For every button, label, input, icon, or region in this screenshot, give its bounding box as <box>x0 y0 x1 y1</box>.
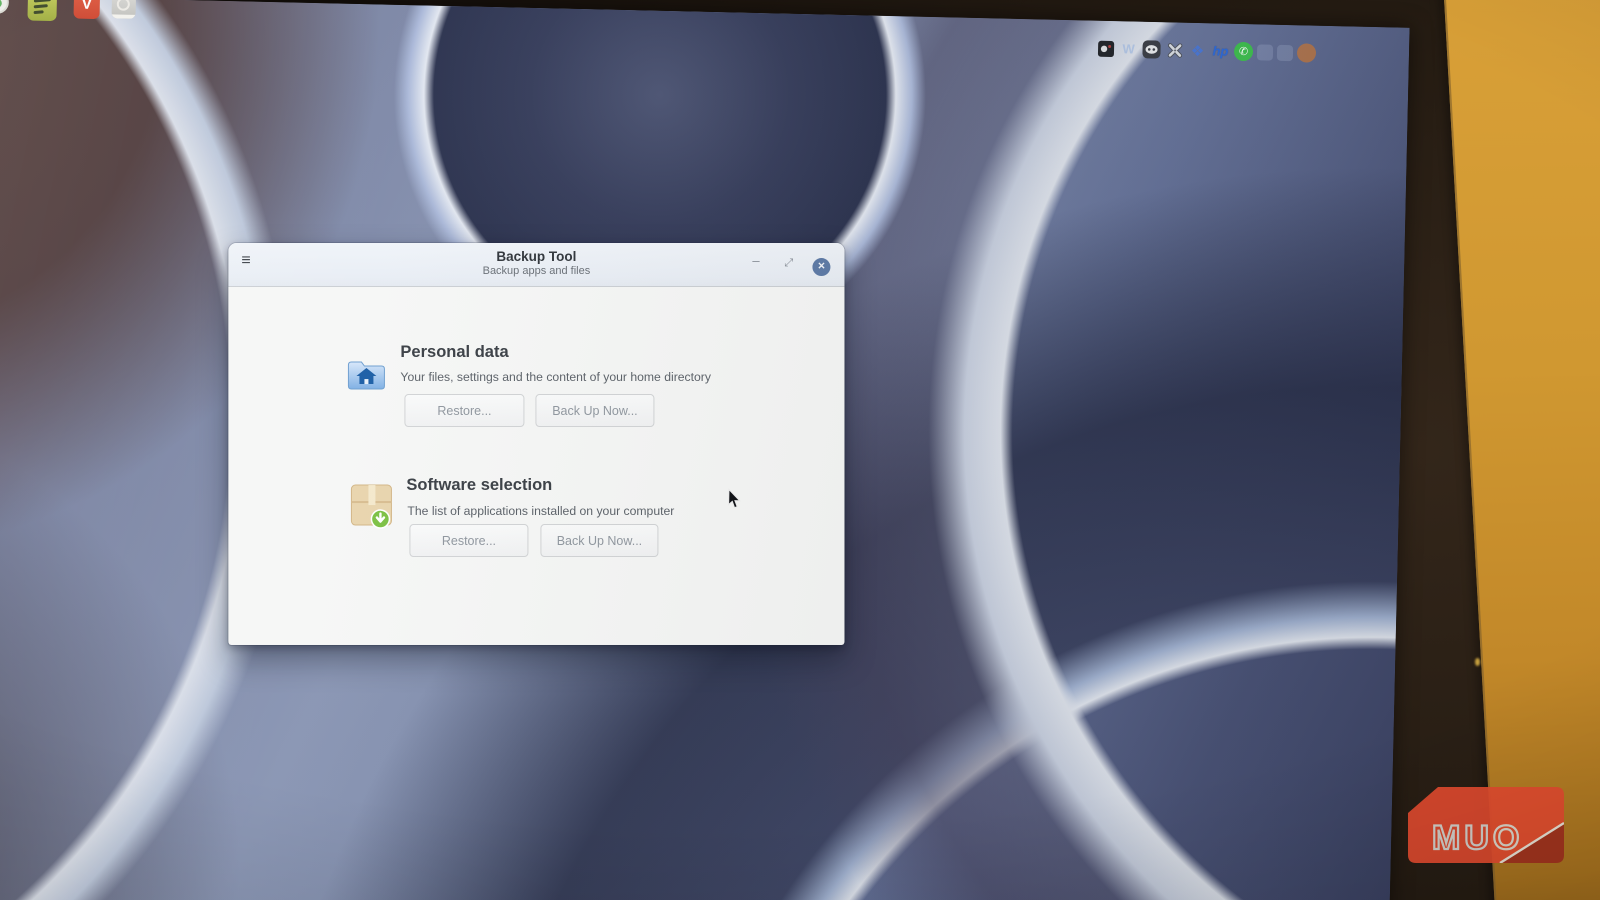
discord-tray-icon[interactable] <box>1142 40 1161 59</box>
software-package-icon <box>348 481 394 534</box>
wall <box>1443 0 1600 900</box>
slack-tray-icon[interactable] <box>1165 40 1184 59</box>
tray-notification-dot <box>1297 43 1316 62</box>
monitor-screen: V W ❖ hp ✆ ≡ Backup Tool Backup apps and… <box>0 0 1410 900</box>
personal-data-backup-now-button[interactable]: Back Up Now... <box>535 394 654 427</box>
spotify-icon[interactable] <box>27 0 57 21</box>
monitor-led <box>1475 658 1480 666</box>
software-selection-title: Software selection <box>406 476 552 495</box>
hamburger-menu-button[interactable]: ≡ <box>241 252 250 270</box>
unmaximize-button[interactable]: ⤢ <box>784 257 793 270</box>
home-folder-icon <box>346 357 386 397</box>
personal-data-restore-button[interactable]: Restore... <box>404 394 524 427</box>
launcher-dot <box>0 0 2 8</box>
vivaldi-letter: V <box>81 0 92 13</box>
backup-tool-window: ≡ Backup Tool Backup apps and files – ⤢ … <box>228 243 844 645</box>
indicator-tray-icon[interactable]: W <box>1119 39 1138 58</box>
tray-ghost-icon[interactable] <box>1257 44 1273 60</box>
muo-watermark: MUO <box>1408 787 1564 868</box>
vivaldi-icon[interactable]: V <box>73 0 100 19</box>
tray-ghost-icon[interactable] <box>1277 44 1293 60</box>
close-button[interactable]: ✕ <box>812 258 830 276</box>
hp-tray-icon[interactable]: hp <box>1211 41 1230 60</box>
backup-utility-icon[interactable] <box>111 0 136 19</box>
screenshot-tray-icon[interactable] <box>1096 39 1115 58</box>
whatsapp-tray-icon[interactable]: ✆ <box>1234 42 1253 61</box>
personal-data-description: Your files, settings and the content of … <box>400 370 711 384</box>
window-titlebar[interactable]: ≡ Backup Tool Backup apps and files – ⤢ … <box>228 243 844 287</box>
software-selection-backup-now-button[interactable]: Back Up Now... <box>540 524 658 557</box>
window-content: Personal data Your files, settings and t… <box>228 287 844 644</box>
minimize-button[interactable]: – <box>752 253 759 268</box>
software-selection-description: The list of applications installed on yo… <box>407 504 674 518</box>
mouse-cursor <box>727 488 742 514</box>
muo-watermark-text: MUO <box>1432 819 1523 857</box>
software-selection-restore-button[interactable]: Restore... <box>409 524 528 557</box>
dropbox-tray-icon[interactable]: ❖ <box>1188 41 1207 60</box>
personal-data-title: Personal data <box>400 343 508 362</box>
